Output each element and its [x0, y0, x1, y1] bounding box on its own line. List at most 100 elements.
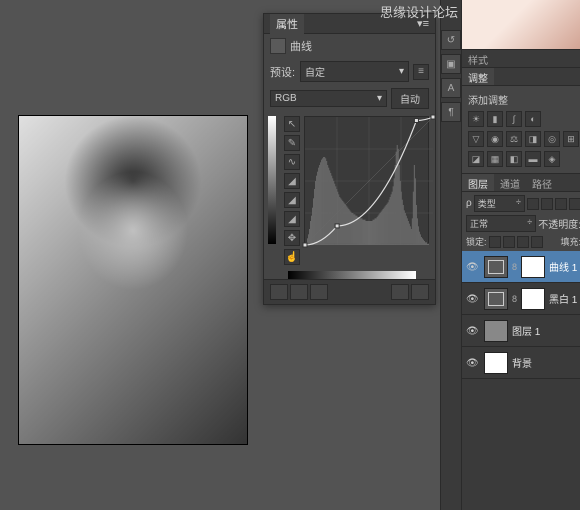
- curves-title-row: 曲线: [264, 34, 435, 58]
- link-icon: 8: [512, 262, 517, 272]
- adjustment-thumb: [484, 288, 508, 310]
- brightness-icon[interactable]: ☀: [468, 111, 484, 127]
- photo-filter-icon[interactable]: ◎: [544, 131, 560, 147]
- preset-row: 预设: 自定 ▾ ≡: [264, 58, 435, 85]
- color-swatch-preview[interactable]: [462, 0, 580, 50]
- exposure-icon[interactable]: ◐: [525, 111, 541, 127]
- layer-item[interactable]: 👁 背景: [462, 347, 580, 379]
- layer-name: 背景: [512, 355, 532, 370]
- layers-tab[interactable]: 图层: [462, 174, 494, 191]
- curves-title: 曲线: [290, 38, 312, 54]
- mask-thumb: [521, 256, 545, 278]
- gradient-map-icon[interactable]: ▬: [525, 151, 541, 167]
- hue-icon[interactable]: ◉: [487, 131, 503, 147]
- right-column: ↺ ▣ A ¶ 样式 调整 添加调整 ☀ ▮ ∫ ◐ ▽ ◉ ⚖ ◨ ◎: [440, 0, 580, 510]
- eyedropper-black-icon[interactable]: ◢: [284, 173, 300, 189]
- filter-adj-icon[interactable]: [541, 198, 553, 210]
- invert-icon[interactable]: ◪: [468, 151, 484, 167]
- edit-points-icon[interactable]: ✥: [284, 230, 300, 246]
- adjustment-thumb: [484, 256, 508, 278]
- channel-dropdown[interactable]: RGB ▾: [270, 90, 387, 107]
- paragraph-icon[interactable]: ¶: [441, 102, 461, 122]
- delete-icon[interactable]: [411, 284, 429, 300]
- filter-text-icon[interactable]: [555, 198, 567, 210]
- auto-button[interactable]: 自动: [391, 88, 429, 109]
- threshold-icon[interactable]: ◧: [506, 151, 522, 167]
- adjustments-grid: 添加调整 ☀ ▮ ∫ ◐ ▽ ◉ ⚖ ◨ ◎ ⊞ ◪ ▦ ◧ ▬ ◈: [462, 86, 580, 173]
- bg-thumb: [484, 352, 508, 374]
- clip-to-layer-icon[interactable]: [270, 284, 288, 300]
- kind-filter-dropdown[interactable]: 类型÷: [474, 195, 525, 212]
- selective-color-icon[interactable]: ◈: [544, 151, 560, 167]
- preset-menu-icon[interactable]: ≡: [413, 64, 429, 80]
- channels-tab[interactable]: 通道: [494, 174, 526, 191]
- layer-name: 黑白 1: [549, 291, 577, 306]
- visibility-eye-icon[interactable]: 👁: [466, 358, 480, 368]
- levels-icon[interactable]: ▮: [487, 111, 503, 127]
- layer-name: 曲线 1: [549, 259, 577, 274]
- layers-tabs: 图层 通道 路径: [462, 174, 580, 192]
- lock-pixels-icon[interactable]: [503, 236, 515, 248]
- channel-mixer-icon[interactable]: ⊞: [563, 131, 579, 147]
- smooth-tool-icon[interactable]: ∿: [284, 154, 300, 170]
- curves-icon: [270, 38, 286, 54]
- properties-tab[interactable]: 属性: [270, 14, 304, 34]
- layer-item[interactable]: 👁图层 1: [462, 315, 580, 347]
- curve-editor-area: ↖ ✎ ∿ ◢ ◢ ◢ ✥ ☝: [264, 112, 435, 269]
- blend-mode-dropdown[interactable]: 正常÷: [466, 215, 536, 232]
- layer-item[interactable]: 👁 8 黑白 1: [462, 283, 580, 315]
- paths-tab[interactable]: 路径: [526, 174, 558, 191]
- preset-value: 自定: [305, 64, 325, 79]
- properties-panel: 属性 ▾≡ 曲线 预设: 自定 ▾ ≡ RGB ▾ 自动 ↖ ✎ ∿ ◢ ◢ ◢…: [263, 13, 436, 305]
- color-balance-icon[interactable]: ⚖: [506, 131, 522, 147]
- fill-label: 填充:: [560, 235, 580, 248]
- canvas-document-image[interactable]: [18, 115, 248, 445]
- posterize-icon[interactable]: ▦: [487, 151, 503, 167]
- reset-icon[interactable]: [310, 284, 328, 300]
- preset-dropdown[interactable]: 自定 ▾: [300, 61, 409, 82]
- eyedropper-white-icon[interactable]: ◢: [284, 211, 300, 227]
- adjustments-tabs: 调整: [462, 68, 580, 86]
- eyedropper-gray-icon[interactable]: ◢: [284, 192, 300, 208]
- target-adjust-icon[interactable]: ☝: [284, 249, 300, 265]
- add-adjustment-label: 添加调整: [468, 92, 579, 107]
- layers-controls: ρ 类型÷ 正常÷ 不透明度: 锁定:: [462, 192, 580, 251]
- visibility-eye-icon[interactable]: 👁: [466, 262, 480, 272]
- actions-icon[interactable]: ▣: [441, 54, 461, 74]
- blend-value: 正常: [470, 217, 488, 230]
- styles-tab[interactable]: 样式: [462, 50, 494, 67]
- curves-adj-icon[interactable]: ∫: [506, 111, 522, 127]
- channel-row: RGB ▾ 自动: [264, 85, 435, 112]
- view-previous-icon[interactable]: [290, 284, 308, 300]
- kind-value: 类型: [478, 197, 496, 210]
- curve-tools: ↖ ✎ ∿ ◢ ◢ ◢ ✥ ☝: [284, 116, 300, 265]
- pencil-tool-icon[interactable]: ✎: [284, 135, 300, 151]
- history-icon[interactable]: ↺: [441, 30, 461, 50]
- lock-label: 锁定:: [466, 235, 487, 248]
- link-icon: 8: [512, 294, 517, 304]
- lock-position-icon[interactable]: [517, 236, 529, 248]
- filter-image-icon[interactable]: [527, 198, 539, 210]
- layers-panel: 图层 通道 路径 ρ 类型÷ 正常÷: [462, 173, 580, 510]
- visibility-eye-icon[interactable]: 👁: [466, 326, 480, 336]
- adjustments-tab[interactable]: 调整: [462, 68, 494, 85]
- layers-list: 👁8曲线 1👁8黑白 1👁图层 1👁背景: [462, 251, 580, 510]
- channel-value: RGB: [275, 93, 297, 104]
- bw-icon[interactable]: ◨: [525, 131, 541, 147]
- collapsed-panel-strip: ↺ ▣ A ¶: [440, 0, 461, 510]
- toggle-visibility-icon[interactable]: [391, 284, 409, 300]
- layer-item[interactable]: 👁 8 曲线 1: [462, 251, 580, 283]
- curve-graph[interactable]: [304, 116, 429, 244]
- visibility-eye-icon[interactable]: 👁: [466, 294, 480, 304]
- image-thumb: [484, 320, 508, 342]
- lock-all-icon[interactable]: [531, 236, 543, 248]
- vibrance-icon[interactable]: ▽: [468, 131, 484, 147]
- lock-transparent-icon[interactable]: [489, 236, 501, 248]
- properties-footer: [264, 279, 435, 304]
- point-tool-icon[interactable]: ↖: [284, 116, 300, 132]
- right-panels: 样式 调整 添加调整 ☀ ▮ ∫ ◐ ▽ ◉ ⚖ ◨ ◎ ⊞ ◪ ▦: [461, 0, 580, 510]
- opacity-label: 不透明度:: [538, 216, 580, 231]
- preset-label: 预设:: [270, 64, 296, 80]
- text-icon[interactable]: A: [441, 78, 461, 98]
- filter-shape-icon[interactable]: [569, 198, 580, 210]
